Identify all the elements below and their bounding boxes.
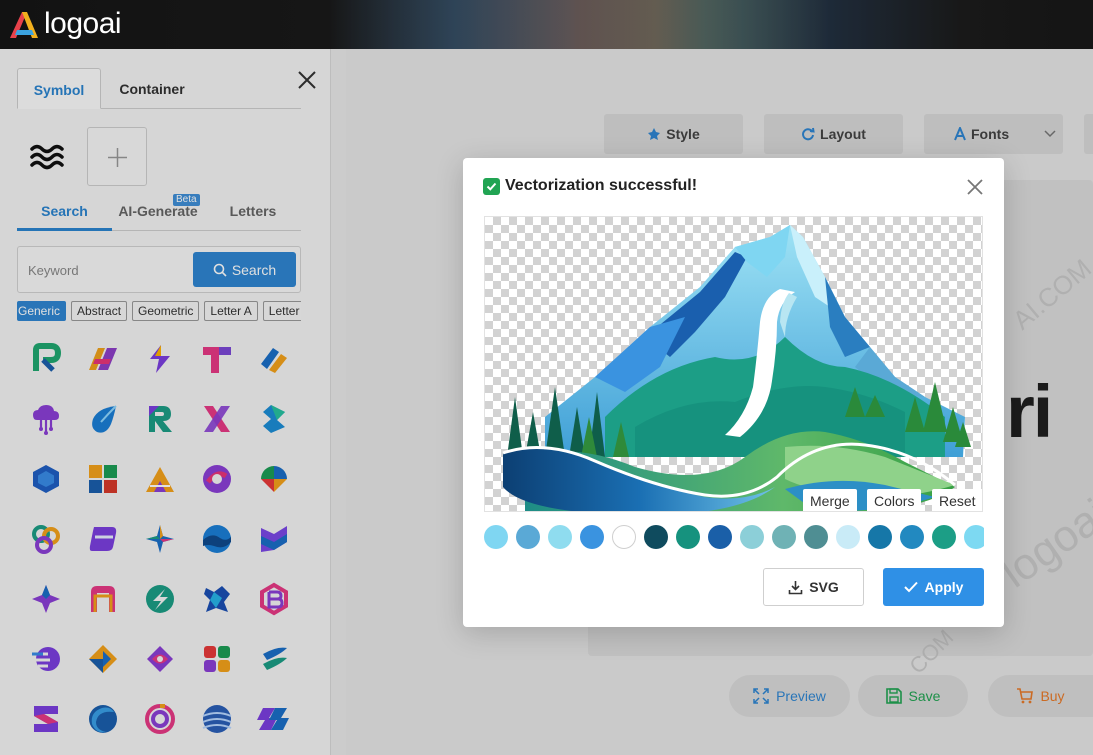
merge-button[interactable]: Merge: [803, 489, 857, 511]
color-swatch[interactable]: [580, 525, 604, 549]
close-icon[interactable]: [965, 177, 985, 197]
color-swatch[interactable]: [836, 525, 860, 549]
logo-text: logoai: [44, 7, 122, 40]
check-icon: [483, 177, 500, 195]
download-svg-button[interactable]: SVG: [763, 568, 864, 606]
mountain-logo-image: [502, 225, 971, 511]
reset-button[interactable]: Reset: [932, 489, 982, 511]
download-icon: [788, 580, 803, 594]
color-swatch[interactable]: [772, 525, 796, 549]
svg-button-label: SVG: [809, 579, 839, 595]
apply-button-label: Apply: [924, 579, 964, 595]
dialog-title-text: Vectorization successful!: [505, 177, 698, 194]
dialog-title: Vectorization successful!: [483, 177, 697, 195]
color-swatch[interactable]: [548, 525, 572, 549]
colors-button[interactable]: Colors: [867, 489, 922, 511]
color-swatch[interactable]: [932, 525, 956, 549]
logo[interactable]: logoai: [6, 6, 122, 42]
color-swatch[interactable]: [676, 525, 700, 549]
color-swatch[interactable]: [516, 525, 540, 549]
color-swatch[interactable]: [644, 525, 668, 549]
color-swatch[interactable]: [868, 525, 892, 549]
color-swatch[interactable]: [804, 525, 828, 549]
color-swatch[interactable]: [612, 525, 636, 549]
color-swatch[interactable]: [484, 525, 508, 549]
color-swatch[interactable]: [708, 525, 732, 549]
color-swatch[interactable]: [964, 525, 984, 549]
check-icon: [903, 581, 918, 593]
color-swatch[interactable]: [900, 525, 924, 549]
color-palette: [484, 525, 984, 549]
vector-preview: Merge Colors Reset: [484, 216, 983, 512]
logo-mark-icon: [10, 12, 38, 38]
vectorization-dialog: Vectorization successful! Merge Colors R…: [463, 158, 1004, 627]
color-swatch[interactable]: [740, 525, 764, 549]
apply-button[interactable]: Apply: [883, 568, 984, 606]
